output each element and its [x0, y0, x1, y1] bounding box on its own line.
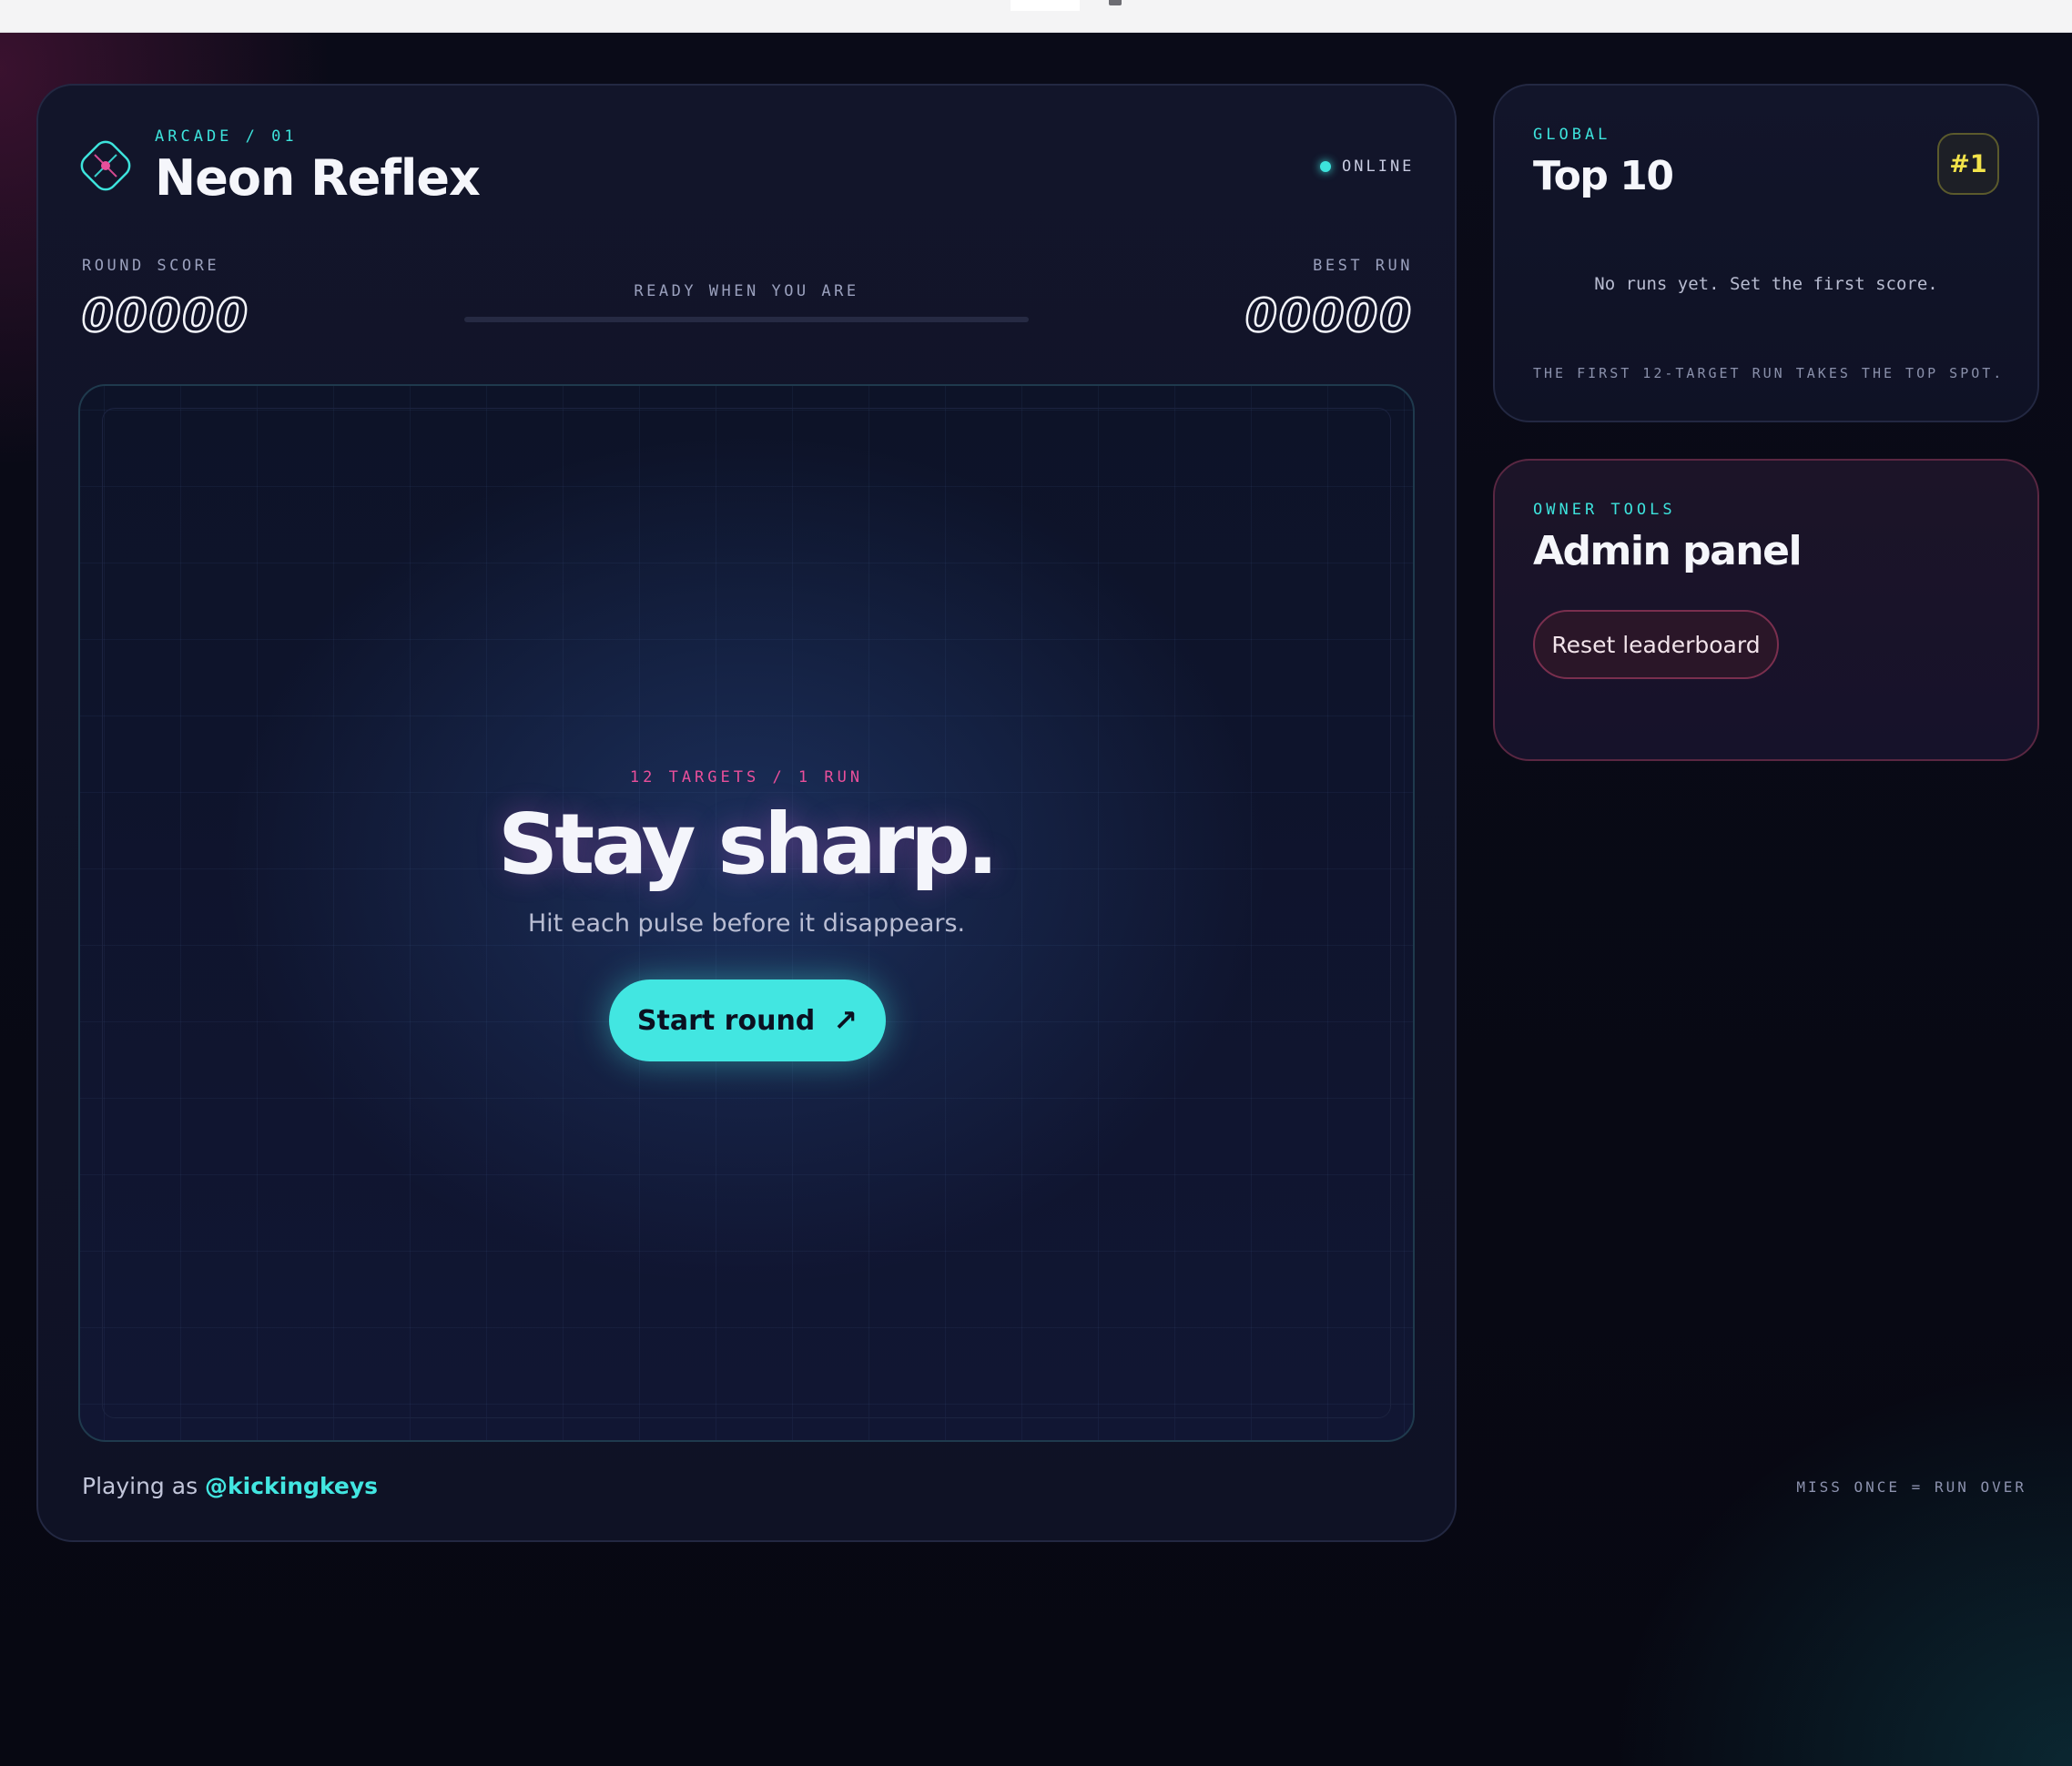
start-round-label: Start round: [636, 1004, 816, 1037]
start-round-button[interactable]: Start round ↗: [609, 979, 886, 1061]
online-status-label: ONLINE: [1342, 157, 1415, 176]
best-run-label: BEST RUN: [1313, 257, 1413, 275]
app-eyebrow: ARCADE / 01: [155, 127, 298, 146]
admin-eyebrow: OWNER TOOLS: [1533, 501, 1676, 519]
browser-top-bar: [0, 0, 2072, 33]
playing-as-label: Playing as: [82, 1473, 198, 1499]
reset-leaderboard-button[interactable]: Reset leaderboard: [1533, 610, 1779, 679]
arena-subtitle: Hit each pulse before it disappears.: [527, 909, 966, 938]
neon-reflex-logo-icon: [80, 140, 131, 191]
leaderboard-eyebrow: GLOBAL: [1533, 126, 1611, 144]
leaderboard-hint: THE FIRST 12-TARGET RUN TAKES THE TOP SP…: [1533, 365, 2005, 381]
admin-title: Admin panel: [1533, 528, 1803, 574]
arrow-up-right-icon: ↗: [833, 1003, 858, 1038]
player-handle-link[interactable]: @kickingkeys: [205, 1473, 378, 1499]
browser-tab-icon: [1109, 0, 1122, 5]
round-score-value: 00000: [81, 289, 249, 344]
app-title: Neon Reflex: [155, 149, 481, 207]
online-status: ONLINE: [1320, 157, 1414, 176]
player-info: Playing as @kickingkeys: [82, 1473, 378, 1499]
game-rule-note: MISS ONCE = RUN OVER: [1796, 1478, 2026, 1496]
browser-tab[interactable]: [1011, 0, 1080, 11]
round-status-label: READY WHEN YOU ARE: [634, 282, 859, 300]
round-score-label: ROUND SCORE: [82, 257, 220, 275]
online-dot-icon: [1320, 161, 1331, 172]
game-arena[interactable]: 12 TARGETS / 1 RUN Stay sharp. Hit each …: [78, 384, 1415, 1442]
arena-title: Stay sharp.: [497, 796, 999, 893]
arena-eyebrow: 12 TARGETS / 1 RUN: [629, 768, 864, 787]
rank-badge: #1: [1937, 133, 1999, 195]
round-progress-bar: [464, 317, 1029, 322]
leaderboard-empty-message: No runs yet. Set the first score.: [1594, 274, 1938, 294]
best-run-value: 00000: [1244, 289, 1413, 344]
leaderboard-title: Top 10: [1533, 153, 1674, 199]
